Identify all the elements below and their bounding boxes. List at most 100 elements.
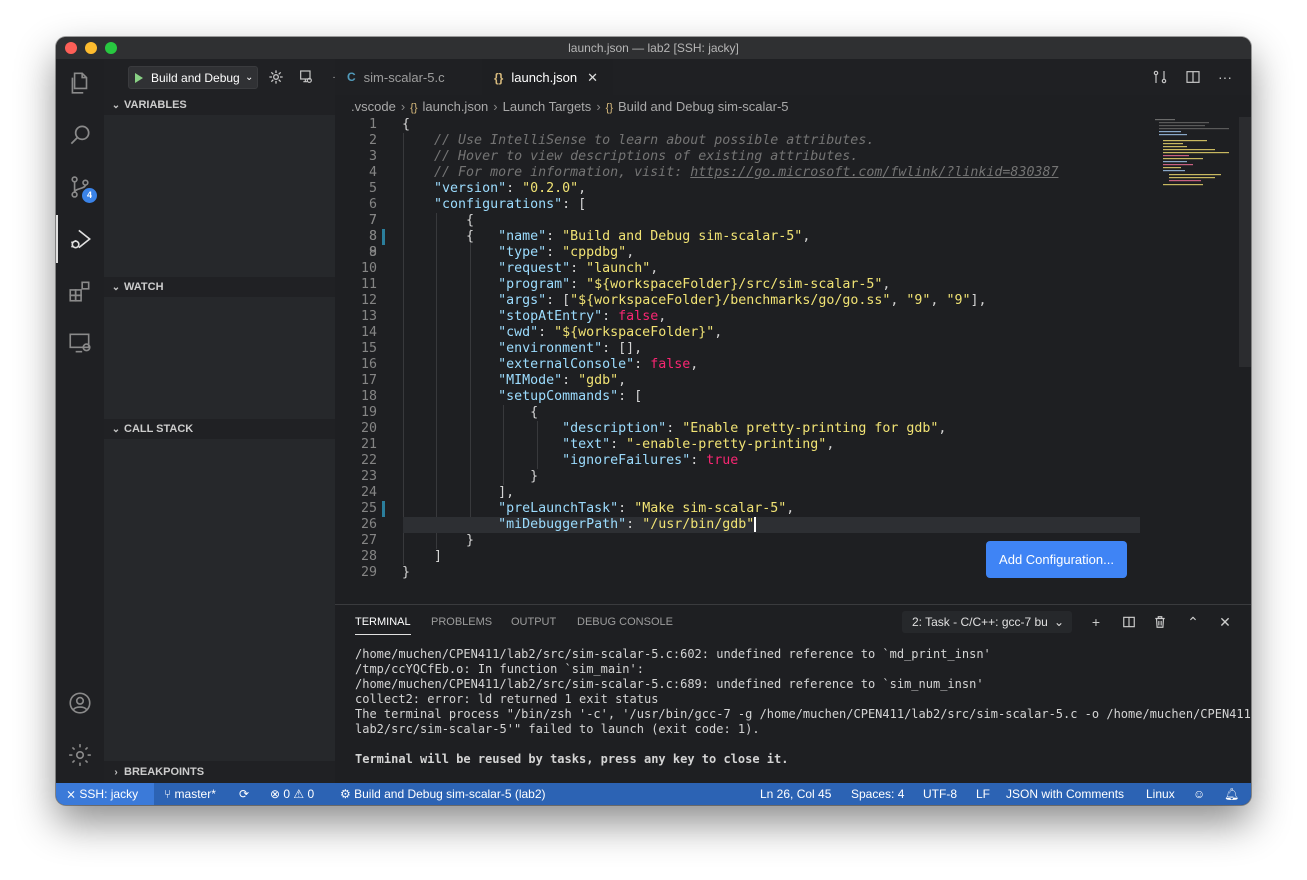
problems-indicator[interactable]: ⊗ 0 ⚠ 0 — [270, 783, 314, 805]
terminal-output[interactable]: /home/muchen/CPEN411/lab2/src/sim-scalar… — [355, 647, 1251, 767]
new-terminal-button[interactable]: + — [1085, 611, 1107, 633]
debug-target[interactable]: ⚙ Build and Debug sim-scalar-5 (lab2) — [340, 783, 546, 805]
sync-button[interactable]: ⟳ — [239, 783, 249, 805]
code-line: 23 } — [360, 469, 539, 484]
os-indicator[interactable]: Linux — [1146, 783, 1175, 805]
code-editor[interactable]: 1{ 2 // Use IntelliSense to learn about … — [335, 117, 1251, 604]
tab-launch-json[interactable]: {} launch.json ✕ — [482, 59, 613, 95]
breadcrumb-item[interactable]: Build and Debug sim-scalar-5 — [618, 99, 789, 114]
branch-indicator[interactable]: ⑂ master* — [164, 783, 216, 805]
explorer-button[interactable] — [56, 59, 104, 107]
chevron-down-icon: ⌄ — [1053, 615, 1064, 629]
source-control-button[interactable]: 4 — [56, 163, 104, 211]
text-cursor — [754, 517, 757, 532]
breakpoints-header[interactable]: › BREAKPOINTS — [104, 762, 335, 782]
start-debugging-icon[interactable] — [135, 72, 143, 83]
tab-label: launch.json — [511, 70, 578, 85]
manage-button[interactable] — [56, 731, 104, 779]
language-mode[interactable]: JSON with Comments — [1006, 783, 1124, 805]
code-line: 13 "stopAtEntry": false, — [360, 309, 667, 324]
remote-indicator[interactable]: ⨯ SSH: jacky — [56, 783, 154, 805]
code-line: 5 "version": "0.2.0", — [368, 181, 587, 196]
call-stack-header[interactable]: ⌄ CALL STACK — [104, 419, 335, 439]
indentation[interactable]: Spaces: 4 — [851, 783, 904, 805]
trash-icon — [1155, 616, 1165, 628]
title-bar: launch.json — lab2 [SSH: jacky] — [56, 37, 1251, 59]
json-file-icon: {} — [410, 102, 418, 114]
watch-header[interactable]: ⌄ WATCH — [104, 277, 335, 297]
remote-explorer-button[interactable] — [56, 319, 104, 367]
tab-output[interactable]: OUTPUT — [511, 605, 556, 640]
code-line: 19 { — [360, 405, 539, 420]
plus-icon: + — [1091, 614, 1101, 630]
compare-changes-icon — [1153, 70, 1167, 84]
minimap[interactable] — [1143, 117, 1235, 187]
source-control-badge: 4 — [82, 188, 97, 203]
notifications-button[interactable]: 🔔︎ — [1224, 783, 1239, 805]
variables-header[interactable]: ⌄ VARIABLES — [104, 95, 335, 115]
extensions-button[interactable] — [56, 267, 104, 315]
editor-scrollbar[interactable] — [1239, 117, 1251, 367]
close-window-button[interactable] — [65, 42, 77, 54]
git-branch-icon: ⑂ — [164, 787, 175, 801]
watch-body — [104, 297, 335, 419]
code-line: 14 "cwd": "${workspaceFolder}", — [360, 325, 723, 340]
minimize-window-button[interactable] — [85, 42, 97, 54]
open-changes-button[interactable] — [1150, 67, 1170, 87]
breadcrumb-item[interactable]: Launch Targets — [503, 99, 592, 114]
bottom-panel: TERMINAL PROBLEMS OUTPUT DEBUG CONSOLE 2… — [335, 604, 1251, 783]
eol[interactable]: LF — [976, 783, 990, 805]
search-button[interactable] — [56, 111, 104, 159]
breadcrumb-item[interactable]: launch.json — [423, 99, 489, 114]
code-line: 17 "MIMode": "gdb", — [360, 373, 627, 388]
add-configuration-button[interactable]: Add Configuration... — [986, 541, 1127, 578]
code-line: 4 // For more information, visit: https:… — [368, 165, 1059, 180]
close-panel-button[interactable]: ✕ — [1214, 611, 1236, 633]
watch-section: ⌄ WATCH — [104, 277, 335, 419]
editor-area: C sim-scalar-5.c {} launch.json ✕ ··· .v… — [335, 59, 1251, 604]
bell-icon: 🔔︎ — [1224, 787, 1240, 801]
status-bar: ⨯ SSH: jacky ⑂ master* ⟳ ⊗ 0 ⚠ 0 ⚙ Build… — [56, 783, 1251, 805]
encoding[interactable]: UTF-8 — [923, 783, 957, 805]
code-line: 10 "request": "launch", — [360, 261, 659, 276]
code-line: 6 "configurations": [ — [368, 197, 587, 212]
tab-problems[interactable]: PROBLEMS — [431, 605, 492, 640]
maximize-panel-button[interactable]: ⌃ — [1182, 611, 1204, 633]
split-terminal-button[interactable] — [1118, 611, 1140, 633]
debug-console-button[interactable] — [296, 67, 316, 87]
breadcrumb-item[interactable]: .vscode — [351, 99, 396, 114]
activity-bar: 4 — [56, 59, 104, 783]
tab-debug-console[interactable]: DEBUG CONSOLE — [577, 605, 673, 640]
code-line: 7 { — [368, 213, 475, 228]
launch-config-select[interactable]: Build and Debug sim-scalar-5 ⌄ — [128, 66, 258, 89]
chevron-down-icon: ⌄ — [245, 72, 254, 83]
error-icon: ⊗ — [270, 787, 284, 801]
more-actions-button[interactable]: ··· — [1215, 67, 1235, 87]
warning-icon: ⚠ — [290, 787, 308, 801]
open-launch-json-button[interactable] — [266, 67, 286, 87]
run-debug-button[interactable] — [56, 215, 104, 263]
split-editor-button[interactable] — [1183, 67, 1203, 87]
fwlink-url[interactable]: https://go.microsoft.com/fwlink/?linkid=… — [690, 165, 1058, 180]
tab-terminal[interactable]: TERMINAL — [355, 605, 411, 635]
terminal-line: /tmp/ccYQCfEb.o: In function `sim_main': — [355, 662, 644, 676]
feedback-button[interactable]: ☺ — [1193, 783, 1205, 805]
code-line: 1{ — [368, 117, 411, 132]
launch-config-label: Build and Debug sim-scalar-5 — [151, 70, 243, 85]
terminal-select[interactable]: 2: Task - C/C++: gcc-7 bu ⌄ — [902, 611, 1072, 633]
maximize-window-button[interactable] — [105, 42, 117, 54]
chevron-up-icon: ⌃ — [1187, 613, 1199, 630]
call-stack-section: ⌄ CALL STACK — [104, 419, 335, 761]
chevron-down-icon: ⌄ — [111, 100, 121, 111]
chevron-right-icon: › — [114, 767, 118, 778]
split-terminal-icon — [1123, 616, 1135, 628]
vscode-window: launch.json — lab2 [SSH: jacky] 4 Build … — [56, 37, 1251, 805]
tab-sim-scalar-5-c[interactable]: C sim-scalar-5.c — [335, 59, 482, 95]
cursor-position[interactable]: Ln 26, Col 45 — [760, 783, 831, 805]
feedback-icon: ☺ — [1193, 787, 1206, 801]
ellipsis-icon: ··· — [1218, 69, 1232, 85]
kill-terminal-button[interactable] — [1149, 611, 1171, 633]
close-icon[interactable]: ✕ — [587, 70, 598, 86]
accounts-button[interactable] — [56, 679, 104, 727]
